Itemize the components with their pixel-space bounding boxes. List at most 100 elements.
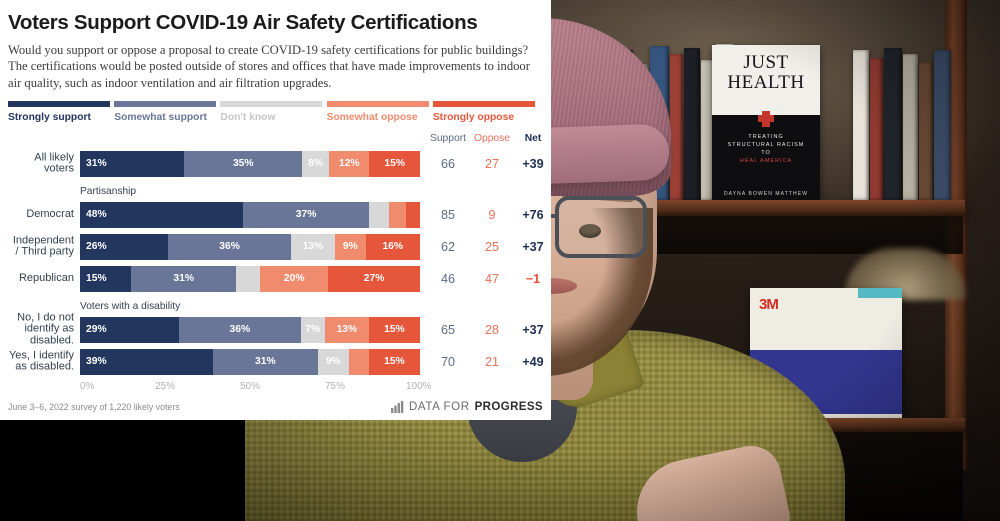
- bar-segment-2[interactable]: [236, 265, 261, 292]
- metric-support: 85: [440, 207, 455, 222]
- brand-text-bold: PROGRESS: [474, 401, 543, 413]
- row-label: No, I do not identify as disabled.: [17, 311, 74, 347]
- group-title-1: Partisanship: [80, 185, 137, 197]
- legend-item-4: Strongly oppose: [432, 100, 539, 123]
- bar-segment-4[interactable]: 15%: [368, 316, 420, 343]
- bar-segment-label: 13%: [302, 241, 324, 253]
- bar-segment-label: 9%: [342, 241, 358, 253]
- page-title: Voters Support COVID-19 Air Safety Certi…: [8, 11, 478, 34]
- bar-segment-label: 31%: [173, 273, 194, 285]
- metric-net: +37: [522, 322, 544, 337]
- bar-track: 29% 36% 7% 13% 15%: [80, 316, 420, 343]
- row-label: All likely voters: [34, 151, 74, 175]
- bar-segment-1[interactable]: 36%: [178, 316, 301, 343]
- bar-segment-label: 8%: [308, 158, 324, 170]
- axis-tick-2: 50%: [240, 380, 261, 392]
- legend-label-3: Somewhat oppose: [326, 111, 418, 123]
- bar-segment-label: 48%: [86, 209, 107, 221]
- brand-logo: DATA FOR PROGRESS: [391, 401, 543, 413]
- row-label: Democrat: [26, 208, 74, 221]
- axis-tick-4: 100%: [406, 380, 432, 392]
- bar-segment-label: 15%: [384, 356, 405, 368]
- bar-segment-2[interactable]: 9%: [317, 348, 349, 375]
- metric-support: 66: [440, 156, 455, 171]
- group-title-2: Voters with a disability: [80, 300, 181, 312]
- legend-item-1: Somewhat support: [114, 100, 220, 123]
- bar-row[interactable]: Yes, I identify as disabled. 39% 31% 9% 15% 7…: [8, 347, 544, 377]
- bar-segment-0[interactable]: 31%: [80, 150, 185, 177]
- bar-segment-4[interactable]: 16%: [365, 233, 420, 260]
- metric-support: 65: [440, 322, 455, 337]
- metric-oppose: 47: [484, 271, 499, 286]
- bar-segment-4[interactable]: 15%: [368, 348, 420, 375]
- bar-segment-1[interactable]: 36%: [168, 233, 291, 260]
- bar-segment-4[interactable]: 15%: [369, 150, 420, 177]
- bar-segment-0[interactable]: 26%: [80, 233, 169, 260]
- bar-segment-label: 37%: [295, 209, 317, 221]
- bar-segment-label: 15%: [384, 158, 406, 170]
- bar-segment-4[interactable]: 27%: [328, 265, 420, 292]
- metric-oppose: 9: [488, 207, 496, 222]
- bar-row[interactable]: Democrat 48% 37% 85 9 +76: [8, 200, 544, 230]
- bar-segment-label: 39%: [86, 356, 107, 368]
- bar-segment-3[interactable]: [389, 201, 407, 228]
- metric-oppose: 21: [484, 354, 499, 369]
- bar-segment-2[interactable]: [368, 201, 390, 228]
- bar-segment-label: 36%: [219, 241, 240, 253]
- bar-segment-3[interactable]: 20%: [260, 265, 329, 292]
- bar-segment-0[interactable]: 15%: [80, 265, 131, 292]
- chart-legend: Strongly support Somewhat support Don't kn…: [8, 100, 539, 123]
- brand-text-prefix: DATA FOR: [409, 401, 470, 413]
- metric-net: +37: [522, 239, 544, 254]
- bar-segment-label: 26%: [86, 241, 107, 253]
- bar-segment-label: 27%: [363, 273, 385, 285]
- bar-segment-1[interactable]: 31%: [131, 265, 237, 292]
- bar-segment-4[interactable]: [406, 201, 420, 228]
- bar-segment-3[interactable]: 9%: [334, 233, 366, 260]
- bar-segment-2[interactable]: 8%: [302, 150, 330, 177]
- row-label: Yes, I identify as disabled.: [8, 349, 74, 373]
- chart-card: Voters Support COVID-19 Air Safety Certi…: [0, 0, 551, 420]
- legend-label-2: Don't know: [220, 111, 276, 123]
- survey-note: June 3–6, 2022 survey of 1,220 likely vo…: [8, 402, 180, 412]
- column-header-oppose: Oppose: [473, 132, 511, 144]
- bar-segment-3[interactable]: [348, 348, 369, 375]
- bar-segment-2[interactable]: 7%: [300, 316, 325, 343]
- bar-segment-label: 12%: [338, 158, 360, 170]
- bar-segment-label: 35%: [232, 158, 254, 170]
- legend-swatch-3: [326, 100, 429, 107]
- bar-row[interactable]: All likely voters 31% 35% 8% 12% 15% 66 27 +39: [8, 149, 544, 179]
- axis-tick-1: 25%: [155, 380, 176, 392]
- metric-support: 70: [440, 354, 455, 369]
- bar-segment-3[interactable]: 13%: [324, 316, 369, 343]
- bar-segment-label: 16%: [382, 241, 404, 253]
- bar-track: 26% 36% 13% 9% 16%: [80, 233, 420, 260]
- bar-segment-1[interactable]: 31%: [212, 348, 318, 375]
- legend-item-3: Somewhat oppose: [326, 100, 433, 123]
- legend-item-0: Strongly support: [8, 100, 114, 123]
- card-footer: June 3–6, 2022 survey of 1,220 likely vo…: [0, 394, 551, 420]
- bar-row[interactable]: Independent / Third party 26% 36% 13% 9% 16% 6…: [8, 232, 544, 262]
- bar-segment-0[interactable]: 39%: [80, 348, 213, 375]
- legend-label-0: Strongly support: [8, 111, 91, 123]
- metric-net: +76: [522, 207, 544, 222]
- metric-oppose: 25: [484, 239, 499, 254]
- legend-swatch-0: [8, 100, 110, 107]
- bar-segment-3[interactable]: 12%: [329, 150, 370, 177]
- bar-segment-2[interactable]: 13%: [290, 233, 335, 260]
- metric-net: +49: [522, 354, 544, 369]
- bar-segment-1[interactable]: 35%: [184, 150, 303, 177]
- metric-net: −1: [525, 271, 541, 286]
- bar-segment-0[interactable]: 48%: [80, 201, 244, 228]
- bar-row[interactable]: Republican 15% 31% 20% 27% 46 47 −1: [8, 264, 540, 294]
- bar-segment-0[interactable]: 29%: [80, 316, 179, 343]
- legend-label-1: Somewhat support: [114, 111, 207, 123]
- bar-row[interactable]: No, I do not identify as disabled. 29% 36%…: [8, 311, 544, 347]
- bar-segment-label: 29%: [86, 324, 107, 336]
- axis-tick-0: 0%: [80, 380, 95, 392]
- metric-oppose: 28: [484, 322, 499, 337]
- metric-support: 46: [440, 271, 455, 286]
- legend-item-2: Don't know: [220, 100, 326, 123]
- bar-segment-1[interactable]: 37%: [243, 201, 369, 228]
- axis-tick-3: 75%: [325, 380, 346, 392]
